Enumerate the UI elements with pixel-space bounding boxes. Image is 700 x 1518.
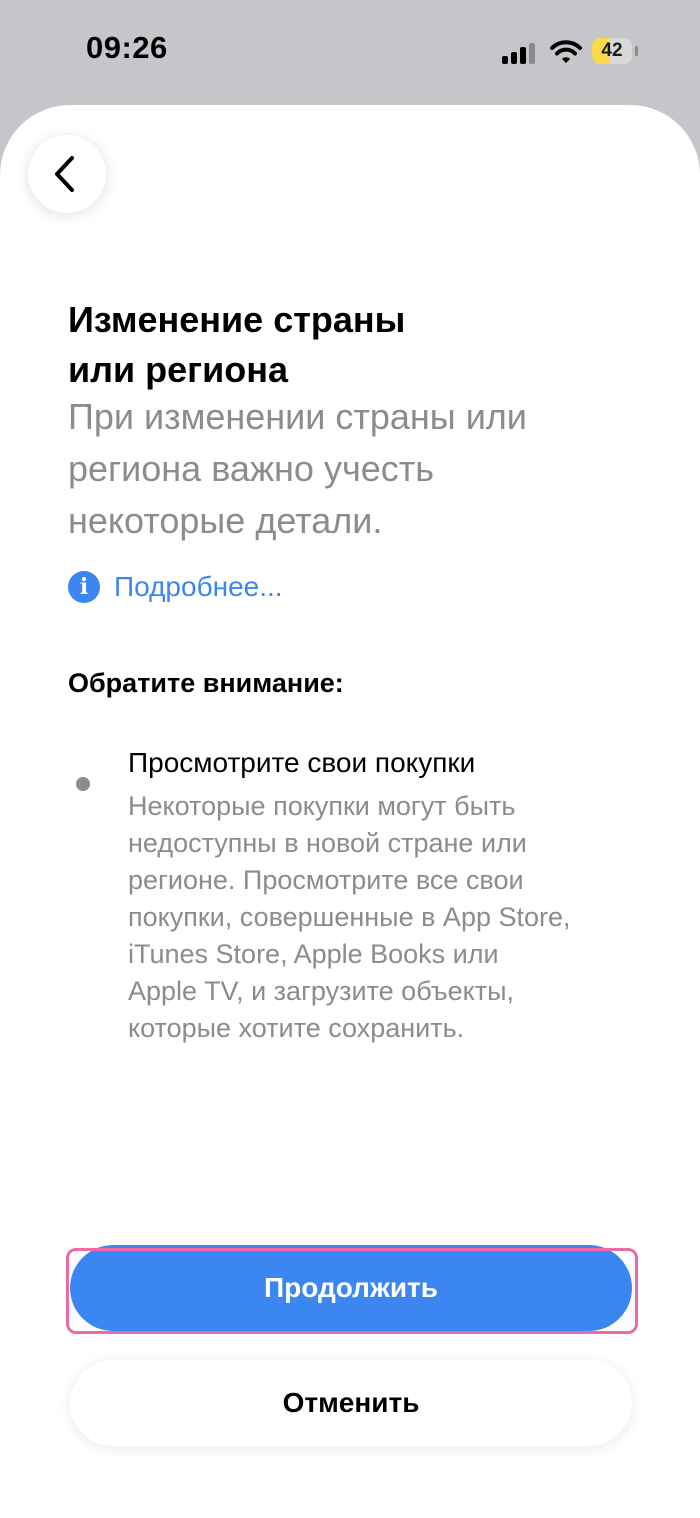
chevron-left-icon [55,156,74,192]
bullet-line: недоступны в новой стране или [128,828,527,858]
bullet-line: регионе. Просмотрите все свои [128,865,524,895]
page-title-line: Изменение страны [68,299,406,340]
learn-more-label: Подробнее... [114,571,283,602]
change-region-sheet: Изменение страны или региона При изменен… [0,105,700,1518]
subtitle-line: некоторые детали. [68,500,383,541]
continue-highlight-frame [66,1248,638,1334]
cancel-button[interactable]: Отменить [70,1360,632,1446]
bullet-line: которые хотите сохранить. [128,1013,465,1043]
bullet-description: Некоторые покупки могут быть недоступны … [128,788,648,1047]
status-time: 09:26 [86,30,168,65]
battery-icon: 42 [592,38,632,64]
bullet-line: Некоторые покупки могут быть [128,791,516,821]
bullet-line: покупки, совершенные в App Store, [128,902,571,932]
status-bar: 09:26 42 [0,0,700,105]
bullet-dot [76,777,90,791]
page-subtitle: При изменении страны или региона важно у… [68,391,628,547]
page-title: Изменение страны или региона [68,295,628,395]
subtitle-line: региона важно учесть [68,448,434,489]
bullet-line: Apple TV, и загрузите объекты, [128,976,515,1006]
wifi-icon [550,39,582,65]
battery-nub [635,46,638,56]
back-button[interactable] [28,135,106,213]
subtitle-line: При изменении страны или [68,396,527,437]
note-heading: Обратите внимание: [68,668,344,698]
page-title-line: или региона [68,349,289,390]
bullet-title: Просмотрите свои покупки [128,747,476,778]
learn-more-link[interactable]: i Подробнее... [68,567,283,607]
battery-level: 42 [601,40,623,61]
info-circle-icon: i [68,571,100,603]
bullet-line: iTunes Store, Apple Books или [128,939,499,969]
cellular-signal-icon [502,42,538,64]
